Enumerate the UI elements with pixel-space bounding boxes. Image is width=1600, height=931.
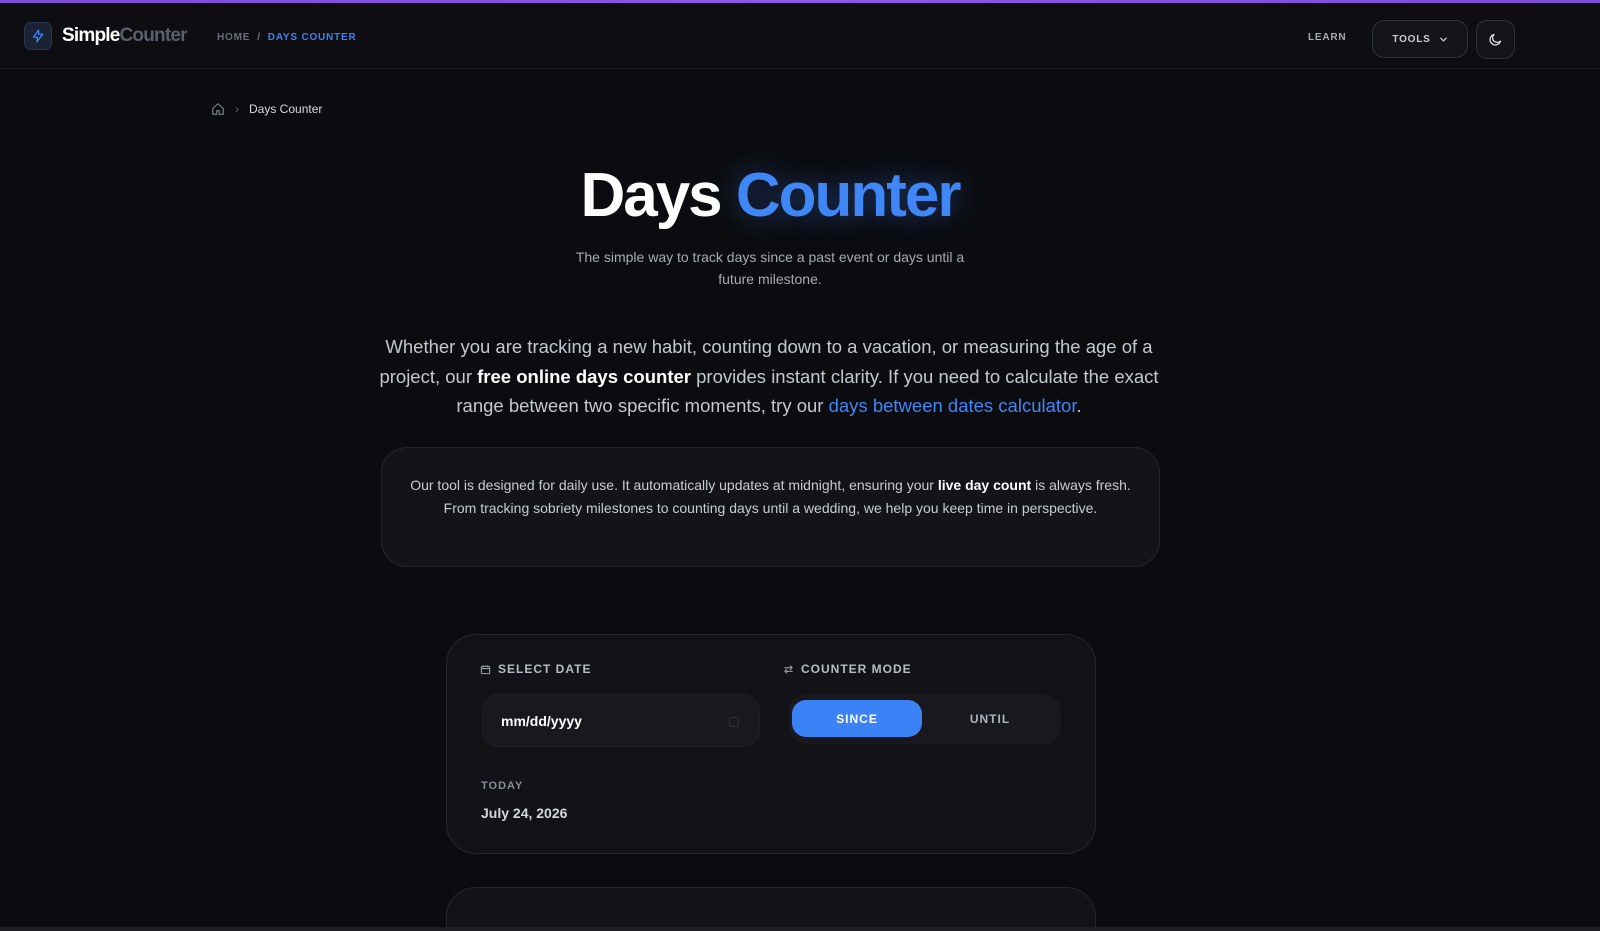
breadcrumb-current: Days Counter xyxy=(249,102,323,116)
page-breadcrumb: › Days Counter xyxy=(211,102,322,116)
logo-badge[interactable] xyxy=(24,22,52,50)
date-picker-icon[interactable] xyxy=(729,717,739,727)
site-header: SimpleCounter HOME / DAYS COUNTER LEARN … xyxy=(0,3,1600,69)
header-breadcrumb-separator: / xyxy=(257,32,261,43)
intro-text-3: . xyxy=(1076,395,1082,416)
info-text-1: Our tool is designed for daily use. It a… xyxy=(410,477,938,493)
logo-word-simple: Simple xyxy=(62,25,120,46)
info-card: Our tool is designed for daily use. It a… xyxy=(381,447,1160,567)
page-title: Days Counter xyxy=(0,160,1540,231)
mode-until-button[interactable]: UNTIL xyxy=(925,700,1055,737)
moon-icon xyxy=(1489,33,1502,46)
theme-toggle-button[interactable] xyxy=(1476,20,1515,59)
nav-learn-link[interactable]: LEARN xyxy=(1308,32,1346,43)
header-breadcrumb: HOME / DAYS COUNTER xyxy=(217,32,356,43)
title-word-days: Days xyxy=(580,161,722,230)
date-input[interactable]: mm/dd/yyyy xyxy=(482,694,760,747)
counter-mode-label-row: COUNTER MODE xyxy=(783,662,912,676)
lightning-icon xyxy=(32,29,44,43)
header-breadcrumb-current: DAYS COUNTER xyxy=(267,32,357,43)
page-subtitle: The simple way to track days since a pas… xyxy=(575,249,965,287)
select-date-label: SELECT DATE xyxy=(498,662,592,676)
today-label: TODAY xyxy=(481,780,524,792)
tools-label: TOOLS xyxy=(1392,33,1431,45)
intro-bold: free online days counter xyxy=(477,365,691,387)
select-date-label-row: SELECT DATE xyxy=(480,662,591,676)
date-input-placeholder: mm/dd/yyyy xyxy=(501,712,582,729)
swap-arrows-icon xyxy=(784,664,793,674)
breadcrumb-chevron: › xyxy=(235,102,239,116)
title-word-counter: Counter xyxy=(735,161,962,230)
today-value: July 24, 2026 xyxy=(481,805,568,821)
tools-dropdown-button[interactable]: TOOLS xyxy=(1372,20,1468,58)
calendar-icon xyxy=(480,664,491,674)
results-card xyxy=(446,887,1096,931)
info-bold: live day count xyxy=(937,477,1032,493)
days-between-dates-link[interactable]: days between dates calculator xyxy=(829,395,1077,416)
chevron-down-icon xyxy=(1439,37,1447,42)
header-breadcrumb-home[interactable]: HOME xyxy=(217,32,250,43)
logo-word-counter: Counter xyxy=(119,25,188,46)
bottom-scroll-edge xyxy=(0,927,1600,931)
home-icon[interactable] xyxy=(211,102,225,116)
counter-mode-toggle: SINCE UNTIL xyxy=(789,694,1061,744)
counter-mode-label: COUNTER MODE xyxy=(801,662,912,676)
mode-since-button[interactable]: SINCE xyxy=(792,700,922,737)
counter-tool-card: SELECT DATE mm/dd/yyyy COUNTER MODE SINC… xyxy=(446,634,1096,854)
logo-wordmark[interactable]: SimpleCounter xyxy=(62,25,188,47)
intro-paragraph: Whether you are tracking a new habit, co… xyxy=(376,332,1162,421)
